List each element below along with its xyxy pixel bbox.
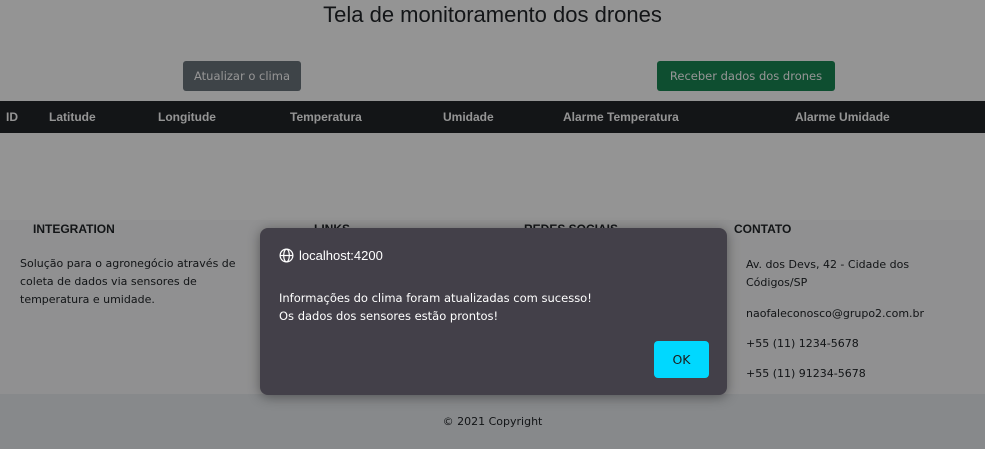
ok-button[interactable]: OK — [654, 341, 709, 378]
dialog-message-line2: Os dados dos sensores estão prontos! — [279, 309, 499, 323]
dialog-message-line1: Informações do clima foram atualizadas c… — [279, 291, 592, 305]
globe-icon — [279, 248, 294, 263]
dialog-origin-label: localhost:4200 — [299, 248, 383, 263]
dialog-origin: localhost:4200 — [279, 248, 383, 263]
dialog-message: Informações do clima foram atualizadas c… — [279, 289, 592, 325]
alert-dialog: localhost:4200 Informações do clima fora… — [260, 228, 727, 395]
drone-monitor-page: Tela de monitoramento dos drones Atualiz… — [0, 0, 985, 449]
